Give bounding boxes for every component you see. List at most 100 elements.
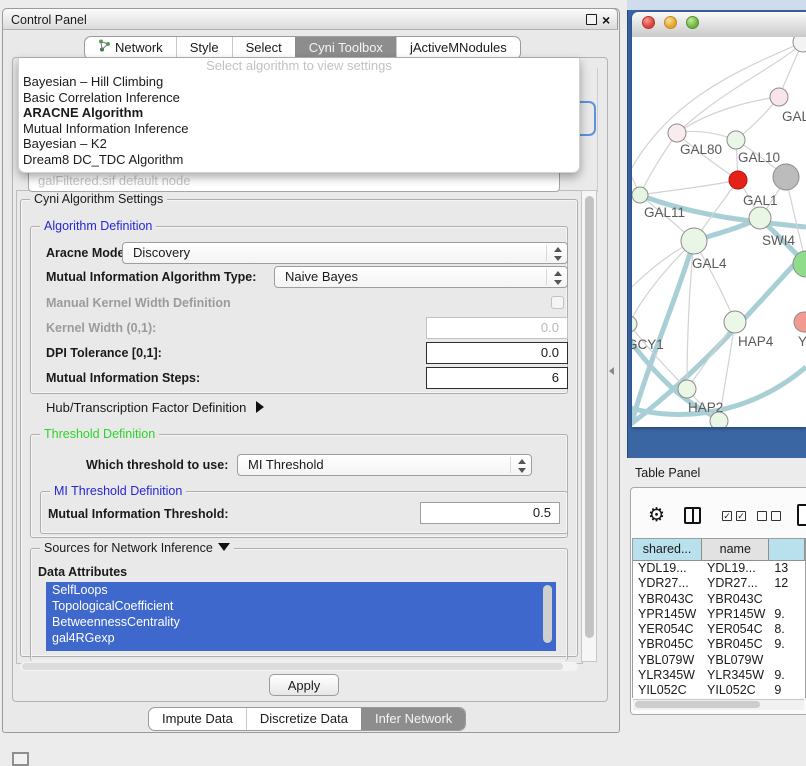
- settings-horizontal-scrollbar[interactable]: [20, 662, 578, 671]
- list-scrollbar-thumb[interactable]: [543, 585, 552, 643]
- table-cell: 12: [769, 576, 805, 591]
- close-icon[interactable]: ×: [602, 12, 610, 28]
- table-cell: 8.: [769, 622, 805, 637]
- kernel-width-field[interactable]: 0.0: [426, 317, 568, 339]
- data-attribute-item[interactable]: TopologicalCoefficient: [46, 598, 556, 614]
- which-threshold-combo[interactable]: MI Threshold: [237, 454, 532, 476]
- network-edge: [694, 241, 735, 322]
- tab-style[interactable]: Style: [176, 37, 232, 59]
- panel-divider-arrow[interactable]: [609, 367, 614, 375]
- mi-threshold-field[interactable]: 0.5: [420, 502, 560, 524]
- data-attributes-label: Data Attributes: [38, 565, 127, 579]
- columns-icon[interactable]: [684, 507, 701, 524]
- gear-icon[interactable]: ⚙: [648, 505, 665, 527]
- table-column-header[interactable]: shared...: [633, 539, 702, 560]
- manual-kernel-width-checkbox[interactable]: [551, 296, 564, 309]
- mi-threshold-label: Mutual Information Threshold:: [48, 507, 229, 521]
- network-edge: [632, 241, 694, 324]
- apply-button[interactable]: Apply: [269, 674, 339, 696]
- table-row[interactable]: YIL052CYIL052C9: [633, 683, 805, 698]
- scrollbar-thumb[interactable]: [635, 701, 760, 708]
- network-canvas[interactable]: GALGAL80GAL10GAL1GAL11SWI4GAL4HAP4YGCY1H…: [632, 37, 806, 427]
- tab-cyni-toolbox[interactable]: Cyni Toolbox: [295, 37, 396, 59]
- document-icon[interactable]: [797, 504, 806, 526]
- minimize-button[interactable]: [664, 16, 677, 29]
- settings-vertical-scrollbar[interactable]: [581, 190, 597, 662]
- table-column-header[interactable]: [769, 539, 805, 560]
- tab-infer-network[interactable]: Infer Network: [361, 708, 465, 730]
- network-node[interactable]: [724, 311, 746, 333]
- tab-jactivemnodules[interactable]: jActiveMNodules: [396, 37, 520, 59]
- combo-stepper-icon: [553, 247, 562, 261]
- table-row[interactable]: YBL079WYBL079W: [633, 653, 805, 668]
- control-panel-title: Control Panel: [11, 13, 87, 27]
- algorithm-option[interactable]: Dream8 DC_TDC Algorithm: [19, 152, 579, 168]
- network-node[interactable]: [681, 228, 707, 254]
- algorithm-option[interactable]: Bayesian – K2: [19, 136, 579, 152]
- tab-label: Impute Data: [162, 708, 233, 730]
- node-label: GAL10: [738, 150, 780, 165]
- network-node[interactable]: [632, 187, 648, 203]
- checked-box-icon[interactable]: ✓: [722, 511, 732, 521]
- table-row[interactable]: YLR345WYLR345W9.: [633, 668, 805, 683]
- corner-chip-icon: [12, 752, 29, 766]
- network-node[interactable]: [668, 124, 686, 142]
- algorithm-option[interactable]: Mutual Information Inference: [19, 121, 579, 137]
- tab-select[interactable]: Select: [232, 37, 295, 59]
- aracne-mode-combo[interactable]: Discovery: [122, 242, 568, 264]
- node-label: Y: [798, 334, 806, 349]
- threshold-definition-title: Threshold Definition: [40, 427, 159, 442]
- node-label: GAL80: [680, 142, 722, 157]
- table-row[interactable]: YBR045CYBR045C9.: [633, 637, 805, 652]
- data-attribute-item[interactable]: BetweennessCentrality: [46, 614, 556, 630]
- unchecked-box-icon[interactable]: [757, 511, 767, 521]
- node-label: GCY1: [632, 337, 664, 352]
- scrollbar-thumb[interactable]: [585, 196, 594, 638]
- table-cell: YBR043C: [633, 592, 702, 607]
- network-view-window: GALGAL80GAL10GAL1GAL11SWI4GAL4HAP4YGCY1H…: [632, 12, 806, 427]
- network-node[interactable]: [632, 316, 637, 332]
- float-window-icon[interactable]: [586, 14, 597, 25]
- mi-steps-field[interactable]: 6: [426, 367, 568, 389]
- network-node[interactable]: [794, 312, 806, 332]
- network-node[interactable]: [770, 88, 788, 106]
- mi-algorithm-type-combo[interactable]: Naive Bayes: [274, 266, 568, 288]
- table-row[interactable]: YER054CYER054C8.: [633, 622, 805, 637]
- close-button[interactable]: [642, 16, 655, 29]
- table-row[interactable]: YPR145WYPR145W9.: [633, 607, 805, 622]
- network-node[interactable]: [710, 412, 728, 427]
- algorithm-option[interactable]: Bayesian – Hill Climbing: [19, 74, 579, 90]
- dpi-tolerance-field[interactable]: 0.0: [426, 342, 568, 364]
- unchecked-box-icon[interactable]: [771, 511, 781, 521]
- table-row[interactable]: YBR043CYBR043C: [633, 592, 805, 607]
- tab-discretize-data[interactable]: Discretize Data: [246, 708, 361, 730]
- network-window-titlebar[interactable]: [632, 12, 806, 38]
- tab-network[interactable]: Network: [85, 37, 176, 59]
- sources-title[interactable]: Sources for Network Inference: [40, 541, 234, 556]
- table-horizontal-scrollbar[interactable]: [633, 699, 804, 710]
- table-column-header[interactable]: name: [702, 539, 769, 560]
- network-node[interactable]: [678, 380, 696, 398]
- node-label: SWI4: [762, 233, 795, 248]
- network-node[interactable]: [727, 131, 745, 149]
- data-attribute-item[interactable]: SelfLoops: [46, 582, 556, 598]
- algorithm-option[interactable]: Basic Correlation Inference: [19, 90, 579, 106]
- algorithm-dropdown-prompt: Select algorithm to view settings: [19, 58, 579, 74]
- data-attributes-list[interactable]: SelfLoopsTopologicalCoefficientBetweenne…: [46, 582, 556, 651]
- network-node[interactable]: [749, 207, 771, 229]
- table-cell: 13: [769, 561, 805, 576]
- table-row[interactable]: YDR27...YDR27...12: [633, 576, 805, 591]
- network-node[interactable]: [773, 164, 799, 190]
- tab-label: Cyni Toolbox: [309, 37, 383, 59]
- table-cell: YDR27...: [702, 576, 769, 591]
- network-node[interactable]: [793, 37, 806, 52]
- data-attribute-item[interactable]: gal4RGexp: [46, 630, 556, 646]
- checked-box-icon[interactable]: ✓: [736, 511, 746, 521]
- algorithm-option[interactable]: ARACNE Algorithm: [19, 105, 579, 121]
- hub-definition-expander[interactable]: Hub/Transcription Factor Definition: [46, 400, 264, 415]
- tab-impute-data[interactable]: Impute Data: [149, 708, 246, 730]
- network-node[interactable]: [729, 171, 747, 189]
- scrollbar-thumb[interactable]: [22, 663, 563, 670]
- zoom-button[interactable]: [686, 16, 699, 29]
- table-row[interactable]: YDL19...YDL19...13: [633, 561, 805, 576]
